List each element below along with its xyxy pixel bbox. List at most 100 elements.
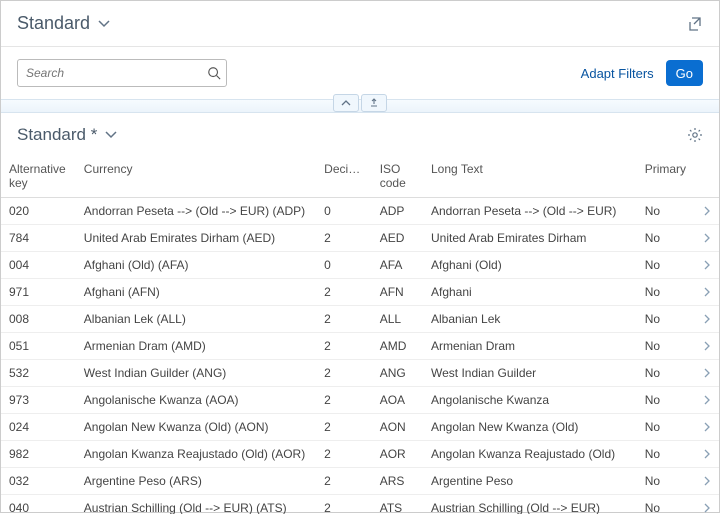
- cell-decimals: 2: [316, 359, 372, 386]
- cell-longtext: Albanian Lek: [423, 305, 637, 332]
- table-row[interactable]: 032Argentine Peso (ARS)2ARSArgentine Pes…: [1, 467, 719, 494]
- row-nav[interactable]: [695, 332, 719, 359]
- row-nav[interactable]: [695, 440, 719, 467]
- row-nav[interactable]: [695, 467, 719, 494]
- table-row[interactable]: 008Albanian Lek (ALL)2ALLAlbanian LekNo: [1, 305, 719, 332]
- cell-decimals: 2: [316, 332, 372, 359]
- row-nav[interactable]: [695, 413, 719, 440]
- pin-header-button[interactable]: [361, 94, 387, 112]
- chevron-right-icon: [703, 449, 711, 459]
- cell-longtext: Afghani: [423, 278, 637, 305]
- table-row[interactable]: 982Angolan Kwanza Reajustado (Old) (AOR)…: [1, 440, 719, 467]
- adapt-filters-link[interactable]: Adapt Filters: [581, 66, 654, 81]
- cell-key: 973: [1, 386, 76, 413]
- collapse-strip: [1, 99, 719, 113]
- cell-iso: ADP: [372, 197, 423, 224]
- col-currency[interactable]: Currency: [76, 157, 316, 197]
- cell-longtext: Armenian Dram: [423, 332, 637, 359]
- col-alt-key[interactable]: Alternative key: [1, 157, 76, 197]
- col-longtext[interactable]: Long Text: [423, 157, 637, 197]
- cell-primary: No: [637, 359, 696, 386]
- gear-icon: [687, 127, 703, 143]
- row-nav[interactable]: [695, 197, 719, 224]
- cell-iso: ATS: [372, 494, 423, 514]
- cell-iso: AMD: [372, 332, 423, 359]
- cell-decimals: 2: [316, 467, 372, 494]
- table-row[interactable]: 020Andorran Peseta --> (Old --> EUR) (AD…: [1, 197, 719, 224]
- share-button[interactable]: [687, 16, 703, 32]
- cell-key: 040: [1, 494, 76, 514]
- table-row[interactable]: 004Afghani (Old) (AFA)0AFAAfghani (Old)N…: [1, 251, 719, 278]
- cell-iso: AON: [372, 413, 423, 440]
- cell-decimals: 2: [316, 440, 372, 467]
- chevron-right-icon: [703, 233, 711, 243]
- table-settings-button[interactable]: [687, 127, 703, 143]
- cell-key: 004: [1, 251, 76, 278]
- cell-iso: AOA: [372, 386, 423, 413]
- cell-longtext: Andorran Peseta --> (Old --> EUR): [423, 197, 637, 224]
- chevron-right-icon: [703, 206, 711, 216]
- row-nav[interactable]: [695, 278, 719, 305]
- col-decimals[interactable]: Decimals: [316, 157, 372, 197]
- chevron-right-icon: [703, 395, 711, 405]
- search-icon[interactable]: [207, 66, 221, 80]
- cell-key: 024: [1, 413, 76, 440]
- cell-currency: Argentine Peso (ARS): [76, 467, 316, 494]
- cell-iso: AFA: [372, 251, 423, 278]
- cell-primary: No: [637, 467, 696, 494]
- chevron-down-icon: [103, 127, 119, 143]
- cell-key: 032: [1, 467, 76, 494]
- table-row[interactable]: 040Austrian Schilling (Old --> EUR) (ATS…: [1, 494, 719, 514]
- variant-selector[interactable]: Standard: [17, 13, 112, 34]
- cell-key: 982: [1, 440, 76, 467]
- currency-table: Alternative key Currency Decimals ISO co…: [1, 157, 719, 514]
- cell-decimals: 0: [316, 251, 372, 278]
- cell-iso: AOR: [372, 440, 423, 467]
- chevron-up-icon: [341, 98, 351, 108]
- cell-key: 784: [1, 224, 76, 251]
- row-nav[interactable]: [695, 494, 719, 514]
- pin-icon: [369, 98, 379, 108]
- row-nav[interactable]: [695, 305, 719, 332]
- table-row[interactable]: 051Armenian Dram (AMD)2AMDArmenian DramN…: [1, 332, 719, 359]
- chevron-right-icon: [703, 260, 711, 270]
- row-nav[interactable]: [695, 359, 719, 386]
- table-row[interactable]: 973Angolanische Kwanza (AOA)2AOAAngolani…: [1, 386, 719, 413]
- cell-primary: No: [637, 224, 696, 251]
- chevron-right-icon: [703, 314, 711, 324]
- table-header-row: Alternative key Currency Decimals ISO co…: [1, 157, 719, 197]
- row-nav[interactable]: [695, 386, 719, 413]
- table-row[interactable]: 024Angolan New Kwanza (Old) (AON)2AONAng…: [1, 413, 719, 440]
- table-row[interactable]: 532West Indian Guilder (ANG)2ANGWest Ind…: [1, 359, 719, 386]
- table-variant-selector[interactable]: Standard *: [17, 125, 119, 145]
- search-field: [17, 59, 227, 87]
- cell-primary: No: [637, 413, 696, 440]
- search-input[interactable]: [17, 59, 227, 87]
- cell-primary: No: [637, 305, 696, 332]
- cell-currency: West Indian Guilder (ANG): [76, 359, 316, 386]
- table-row[interactable]: 971Afghani (AFN)2AFNAfghaniNo: [1, 278, 719, 305]
- cell-longtext: Angolan Kwanza Reajustado (Old): [423, 440, 637, 467]
- go-button[interactable]: Go: [666, 60, 703, 86]
- table-row[interactable]: 784United Arab Emirates Dirham (AED)2AED…: [1, 224, 719, 251]
- cell-iso: ALL: [372, 305, 423, 332]
- cell-currency: Armenian Dram (AMD): [76, 332, 316, 359]
- cell-longtext: Austrian Schilling (Old --> EUR): [423, 494, 637, 514]
- cell-primary: No: [637, 251, 696, 278]
- chevron-right-icon: [703, 287, 711, 297]
- cell-key: 008: [1, 305, 76, 332]
- cell-currency: Angolan Kwanza Reajustado (Old) (AOR): [76, 440, 316, 467]
- cell-longtext: Angolan New Kwanza (Old): [423, 413, 637, 440]
- cell-iso: ARS: [372, 467, 423, 494]
- cell-longtext: United Arab Emirates Dirham: [423, 224, 637, 251]
- col-iso[interactable]: ISO code: [372, 157, 423, 197]
- row-nav[interactable]: [695, 224, 719, 251]
- chevron-right-icon: [703, 476, 711, 486]
- cell-decimals: 2: [316, 413, 372, 440]
- col-primary[interactable]: Primary: [637, 157, 696, 197]
- cell-decimals: 0: [316, 197, 372, 224]
- row-nav[interactable]: [695, 251, 719, 278]
- collapse-header-button[interactable]: [333, 94, 359, 112]
- cell-decimals: 2: [316, 278, 372, 305]
- cell-iso: AED: [372, 224, 423, 251]
